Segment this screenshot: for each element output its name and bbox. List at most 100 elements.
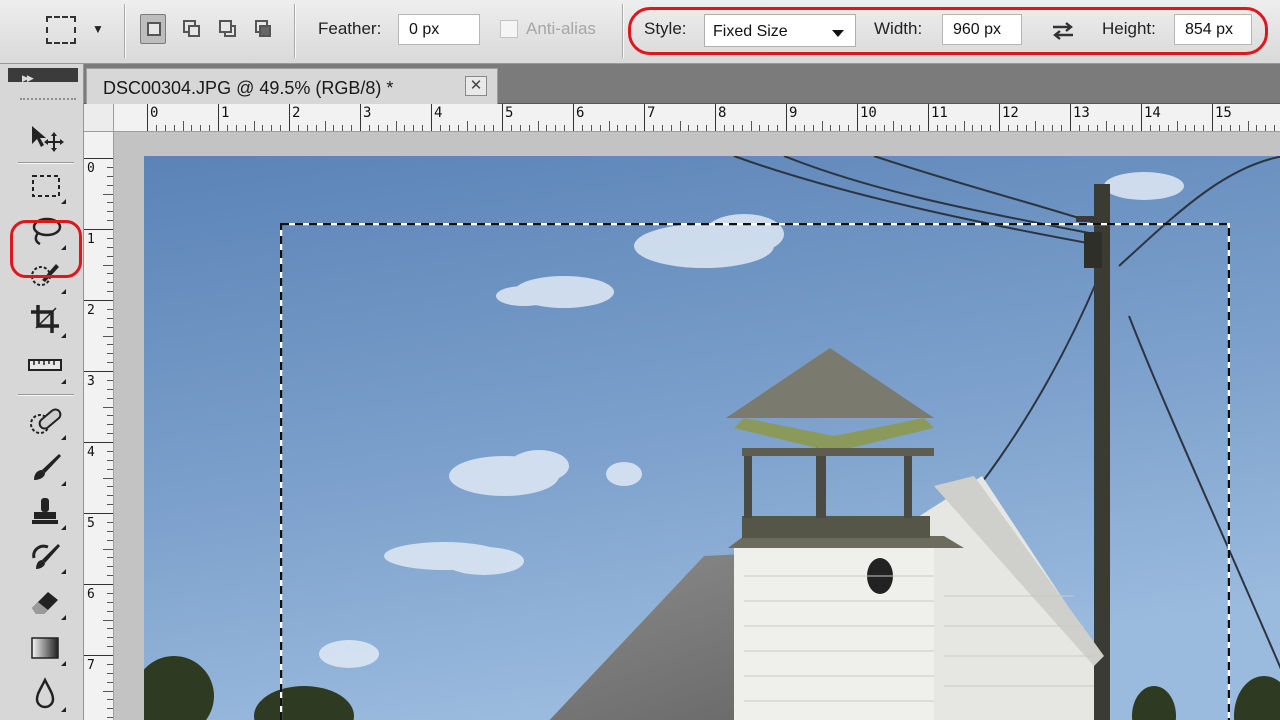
ruler-tick-minor (107, 237, 113, 239)
ruler-tick-minor (107, 468, 113, 470)
width-label: Width: (874, 19, 923, 38)
subtract-from-selection-button[interactable] (214, 14, 240, 44)
ruler-tick-minor (954, 125, 956, 131)
ruler-tick-minor (368, 125, 370, 131)
ruler-tick-minor (262, 125, 264, 131)
document-tab[interactable]: DSC00304.JPG @ 49.5% (RGB/8) * ✕ (86, 68, 498, 104)
width-input[interactable]: 960 px (942, 14, 1022, 45)
brush-icon (34, 454, 61, 480)
tool-preset-marquee-icon[interactable] (46, 16, 76, 44)
close-icon[interactable]: ✕ (465, 76, 487, 96)
ruler-tick-minor (107, 592, 113, 594)
new-selection-button[interactable] (140, 14, 166, 44)
ruler-tick-minor (107, 282, 113, 284)
document-canvas-area[interactable] (114, 132, 1280, 720)
panel-grip[interactable] (20, 98, 76, 102)
antialias-checkbox[interactable] (500, 20, 518, 38)
ruler-tick-minor (1176, 121, 1178, 131)
intersect-selection-button[interactable] (250, 14, 276, 44)
droplet-icon (35, 677, 55, 709)
ruler-label: 7 (647, 105, 656, 121)
ruler-tick-minor (1034, 121, 1036, 131)
crop-tool[interactable] (22, 298, 68, 340)
ruler-tick-minor (107, 663, 113, 665)
ruler-tick-minor (848, 125, 850, 131)
chevron-down-icon[interactable] (832, 30, 844, 37)
move-tool[interactable] (22, 116, 68, 158)
options-separator (622, 4, 624, 58)
quick-selection-tool[interactable] (22, 254, 68, 296)
ruler-tick-minor (688, 125, 690, 131)
history-brush-icon (32, 544, 60, 569)
vertical-ruler[interactable]: 0 1 2 3 4 5 6 7 (84, 132, 114, 720)
ruler-tick-minor (945, 125, 947, 131)
ruler-tick-minor (803, 125, 805, 131)
ruler-tick-minor (173, 125, 175, 131)
document-tab-title: DSC00304.JPG @ 49.5% (RGB/8) * (103, 78, 394, 98)
rectangular-marquee-tool[interactable] (22, 164, 68, 206)
ruler-tick-minor (271, 125, 273, 131)
height-input[interactable]: 854 px (1174, 14, 1252, 45)
ruler-tick-minor (107, 566, 113, 568)
brush-tool[interactable] (22, 446, 68, 488)
history-brush-tool[interactable] (22, 534, 68, 576)
ruler-tick-minor (107, 308, 113, 310)
quick-selection-icon (31, 264, 59, 286)
ruler-tick-major (644, 104, 645, 131)
ruler-tick-minor (1274, 125, 1276, 131)
ruler-tick-major (999, 104, 1000, 131)
ruler-label: 1 (87, 232, 95, 247)
gradient-tool[interactable] (22, 626, 68, 668)
eraser-tool[interactable] (22, 580, 68, 622)
ruler-tick-minor (777, 125, 779, 131)
tool-preset-dropdown-icon[interactable]: ▼ (92, 22, 104, 36)
ruler-tick-minor (306, 125, 308, 131)
ruler-tick-minor (324, 121, 326, 131)
clone-stamp-tool[interactable] (22, 490, 68, 532)
panel-collapse-bar[interactable]: ▶▶ (8, 68, 78, 83)
ruler-tick-minor (164, 125, 166, 131)
ruler-tick-major (1212, 104, 1213, 131)
healing-brush-tool[interactable] (22, 400, 68, 442)
ruler-label: 1 (221, 105, 230, 121)
ruler-tick-minor (812, 125, 814, 131)
ruler-tick-minor (404, 125, 406, 131)
ruler-tick-minor (107, 486, 113, 488)
ruler-tick-minor (107, 504, 113, 506)
ruler-tick-minor (107, 246, 113, 248)
ruler-tick-minor (1096, 125, 1098, 131)
tools-panel: ▶▶ (0, 64, 84, 720)
ruler-label: 14 (1144, 105, 1161, 121)
ruler-tick-minor (564, 125, 566, 131)
feather-input[interactable]: 0 px (398, 14, 480, 45)
move-icon (32, 126, 64, 152)
crop-icon (31, 305, 59, 333)
ruler-tick-minor (103, 690, 113, 692)
swap-width-height-icon[interactable] (1050, 20, 1076, 42)
ruler-tick-minor (107, 291, 113, 293)
lasso-tool[interactable] (22, 210, 68, 252)
ruler-tick-minor (1203, 125, 1205, 131)
ruler-tick-minor (107, 433, 113, 435)
ruler-tick-minor (590, 125, 592, 131)
ruler-tick-minor (107, 717, 113, 719)
ruler-tick-major (1070, 104, 1071, 131)
add-to-selection-button[interactable] (178, 14, 204, 44)
ruler-tick-minor (679, 121, 681, 131)
ruler-tick-major (84, 442, 113, 443)
ruler-tool[interactable] (22, 344, 68, 386)
ruler-tick-minor (1025, 125, 1027, 131)
ruler-tick-minor (200, 125, 202, 131)
ruler-tick-minor (1238, 125, 1240, 131)
ruler-tick-minor (107, 415, 113, 417)
ruler-tick-minor (107, 344, 113, 346)
horizontal-ruler[interactable]: 0 1 2 3 4 5 6 7 8 9 10 11 12 13 14 15 (114, 104, 1280, 132)
ruler-tick-minor (1043, 125, 1045, 131)
new-selection-icon (147, 22, 161, 36)
ruler-tick-minor (493, 125, 495, 131)
ruler-tick-minor (107, 211, 113, 213)
ruler-tick-minor (107, 362, 113, 364)
ruler-origin[interactable] (84, 104, 114, 132)
ruler-label: 3 (363, 105, 372, 121)
blur-tool[interactable] (22, 672, 68, 714)
